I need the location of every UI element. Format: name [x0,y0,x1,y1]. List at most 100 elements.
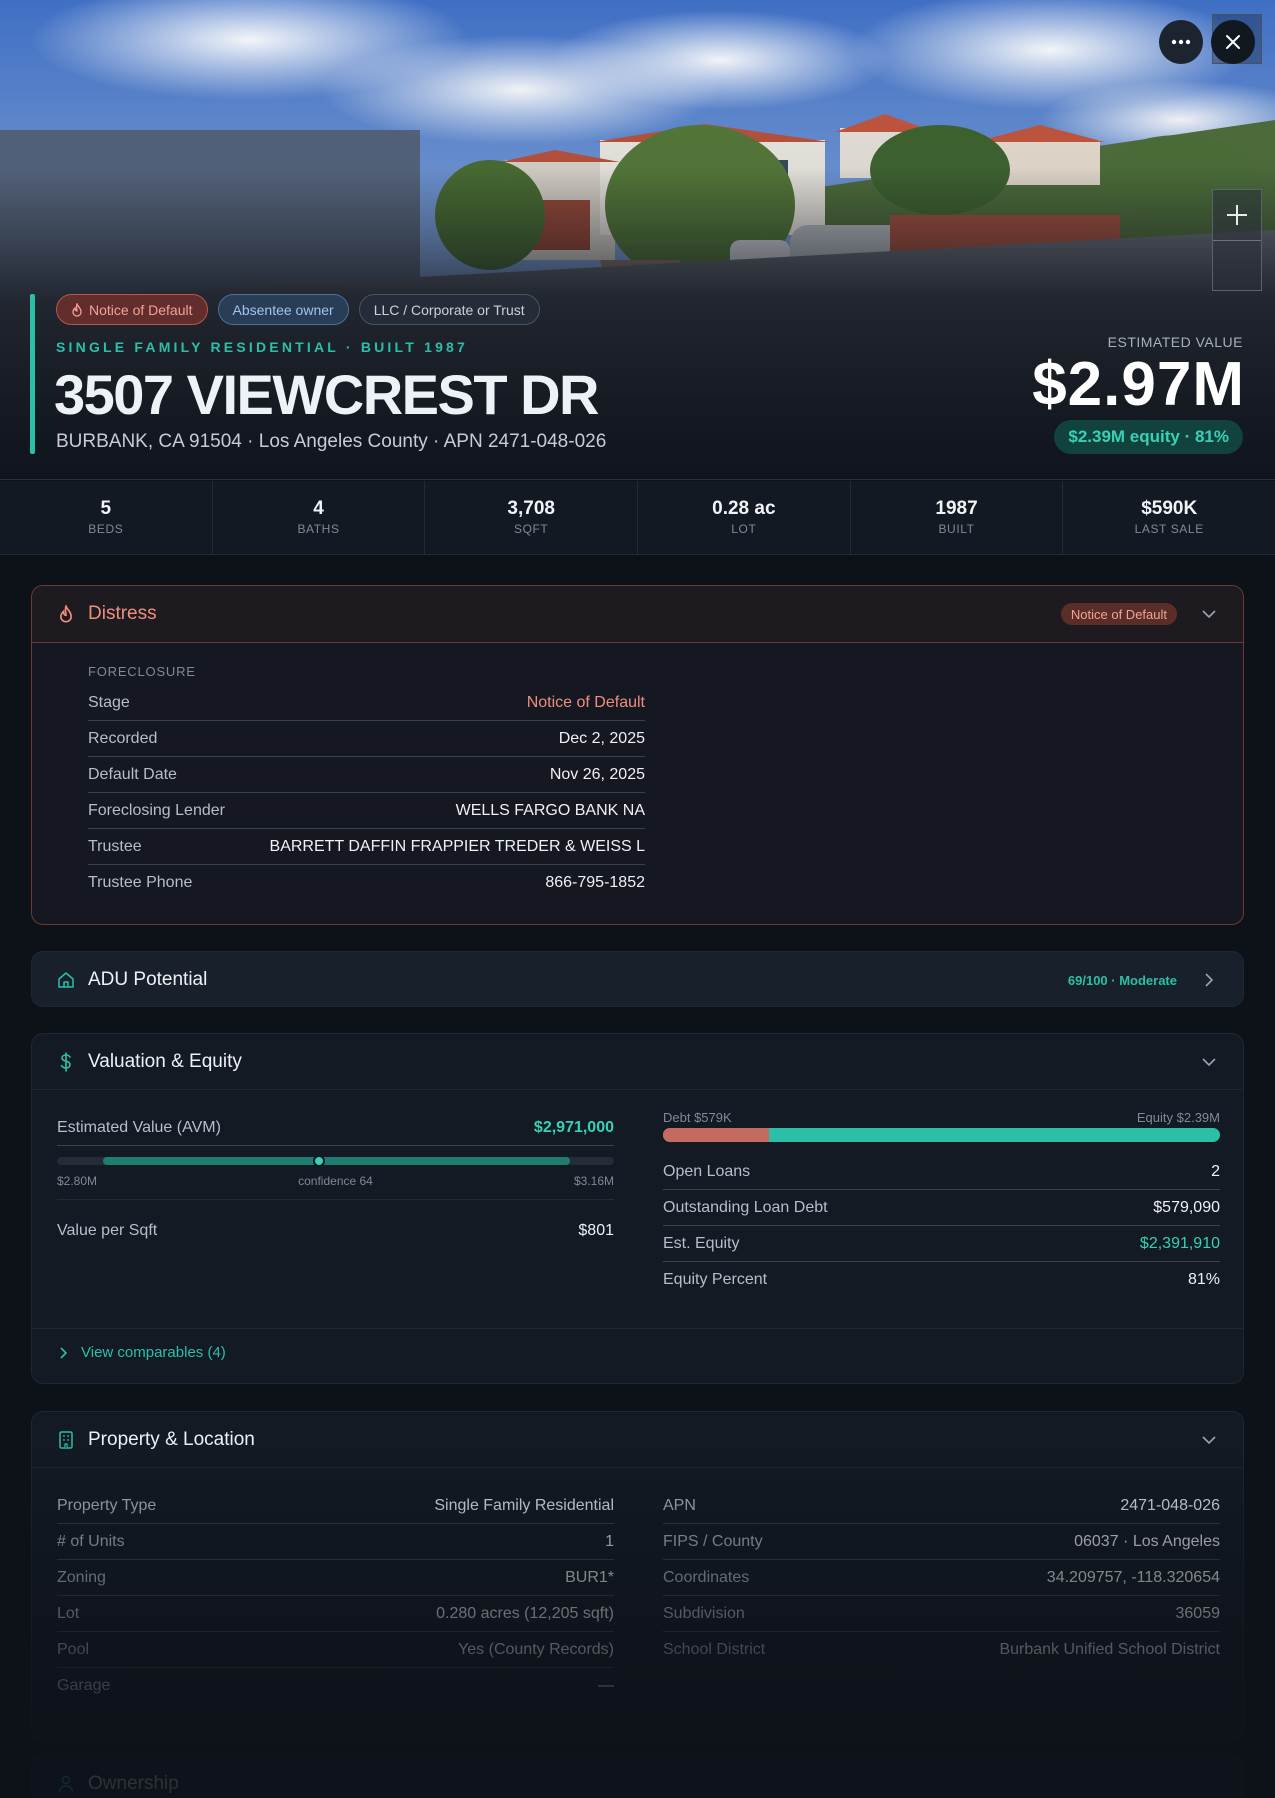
property-row: APN 2471-048-026 [663,1488,1220,1524]
value-per-sqft-row: Value per Sqft $801 [57,1200,614,1262]
close-icon [1226,35,1240,49]
detail-row: Trustee Phone 866-795-1852 [88,865,645,901]
section-title: Valuation & Equity [88,1050,242,1072]
property-kicker: SINGLE FAMILY RESIDENTIAL · BUILT 1987 [56,339,469,355]
property-row: FIPS / County 06037 · Los Angeles [663,1524,1220,1560]
equity-bar-fill [663,1128,1220,1142]
row-key: Foreclosing Lender [88,801,225,819]
row-value: BARRETT DAFFIN FRAPPIER TREDER & WEISS L [269,837,645,855]
row-key: Estimated Value (AVM) [57,1118,221,1136]
row-key: Stage [88,693,130,711]
stat-sqft: 3,708 SQFT [425,481,639,554]
row-key: Equity Percent [663,1271,768,1288]
row-key: APN [663,1496,696,1514]
debt-equity-bar: Debt $579K Equity $2.39M [663,1110,1220,1146]
tag-notice-of-default[interactable]: Notice of Default [56,294,208,325]
valuation-equity-section: Valuation & Equity Estimated Value (AVM)… [31,1033,1244,1384]
row-key: FIPS / County [663,1532,763,1550]
property-header[interactable]: Property & Location [32,1412,1243,1468]
stat-label: BATHS [297,522,340,536]
equity-badge: $2.39M equity · 81% [1054,420,1243,454]
adu-potential-section[interactable]: ADU Potential 69/100 · Moderate [31,951,1244,1007]
valuation-header[interactable]: Valuation & Equity [32,1034,1243,1090]
row-value: Notice of Default [526,693,645,711]
row-key: Trustee [88,837,142,855]
ownership-header[interactable]: Ownership [32,1756,1243,1798]
stat-label: LAST SALE [1134,522,1204,536]
row-value: BUR1* [565,1568,614,1586]
row-key: # of Units [57,1532,125,1550]
chevron-right-icon[interactable] [1199,970,1219,990]
stat-value: $590K [1141,498,1198,519]
row-key: School District [663,1641,766,1658]
detail-row: Stage Notice of Default [88,685,645,721]
tag-absentee-owner[interactable]: Absentee owner [217,294,349,325]
adu-header[interactable]: ADU Potential 69/100 · Moderate [32,952,1243,1006]
row-value: 1 [605,1532,614,1550]
row-value: $579,090 [1153,1198,1220,1216]
distress-header[interactable]: Distress Notice of Default [32,586,1243,643]
row-value: 81% [1187,1271,1220,1288]
property-right-column: APN 2471-048-026 FIPS / County 06037 · Los… [663,1488,1220,1668]
chevron-down-icon[interactable] [1199,1052,1219,1072]
tag-label: Absentee owner [232,301,334,318]
row-value: 866-795-1852 [545,874,645,891]
section-title: Ownership [88,1773,179,1794]
chevron-right-icon [60,1346,67,1359]
more-options-button[interactable] [1159,20,1203,64]
plus-icon [1227,205,1247,225]
estimated-value: $2.97M [1032,350,1245,419]
row-key: Property Type [57,1496,157,1514]
row-value: 0.280 acres (12,205 sqft) [436,1604,614,1622]
distress-section: Distress Notice of Default FORECLOSURE S… [31,585,1244,925]
range-marker [312,1155,325,1167]
row-value: $2,391,910 [1139,1234,1220,1252]
row-key: Recorded [88,729,158,747]
property-row: Zoning BUR1* [57,1560,614,1596]
estimated-value-label: ESTIMATED VALUE [1107,334,1243,350]
chevron-down-icon[interactable] [1199,604,1219,624]
equity-row: Equity Percent 81% [663,1262,1220,1298]
flame-icon [72,302,82,317]
status-badge: Notice of Default [1060,603,1177,625]
avm-row: Estimated Value (AVM) $2,971,000 [57,1110,614,1146]
tag-label: Notice of Default [89,301,193,318]
stat-label: SQFT [513,522,549,536]
ownership-section[interactable]: Ownership [31,1755,1244,1798]
row-key: Lot [57,1604,80,1622]
hero-photo-header: Notice of Default Absentee owner LLC / C… [0,0,1275,480]
property-row: # of Units 1 [57,1524,614,1560]
building-icon [56,1430,76,1450]
row-key: Default Date [88,765,177,783]
range-confidence: confidence 64 [298,1174,373,1188]
property-row: Lot 0.280 acres (12,205 sqft) [57,1596,614,1632]
zoom-in-button[interactable] [1213,190,1261,240]
user-icon [56,1774,76,1794]
row-value: WELLS FARGO BANK NA [455,801,645,819]
tag-llc-owner[interactable]: LLC / Corporate or Trust [358,294,540,325]
row-key: Open Loans [663,1162,751,1180]
zoom-control [1212,189,1262,291]
close-button[interactable] [1211,20,1255,64]
stat-value: 5 [100,498,112,519]
equity-row: Est. Equity $2,391,910 [663,1226,1220,1262]
range-high: $3.16M [573,1174,614,1188]
chevron-down-icon[interactable] [1199,1430,1219,1450]
row-key: Pool [57,1640,90,1658]
property-stats-bar: 5 BEDS 4 BATHS 3,708 SQFT 0.28 ac LOT 1987 BU… [0,481,1275,555]
view-comparables-link[interactable]: View comparables (4) [60,1344,226,1361]
debt-label: Debt $579K [663,1110,732,1125]
stat-last-sale: $590K LAST SALE [1063,481,1275,554]
avm-column: Estimated Value (AVM) $2,971,000 $2.80M … [57,1110,614,1262]
stat-label: BUILT [938,522,975,536]
row-key: Trustee Phone [88,874,193,891]
row-key: Est. Equity [663,1234,740,1252]
link-label: View comparables (4) [81,1344,226,1361]
tag-label: LLC / Corporate or Trust [373,301,525,318]
stat-baths: 4 BATHS [213,481,426,554]
equity-column: Debt $579K Equity $2.39M Open Loans 2 Out… [663,1110,1220,1298]
stat-value: 3,708 [507,498,555,519]
section-title: Property & Location [88,1428,255,1450]
property-location-section: Property & Location Property Type Single … [31,1411,1244,1741]
row-value: Burbank Unified School District [999,1641,1220,1658]
